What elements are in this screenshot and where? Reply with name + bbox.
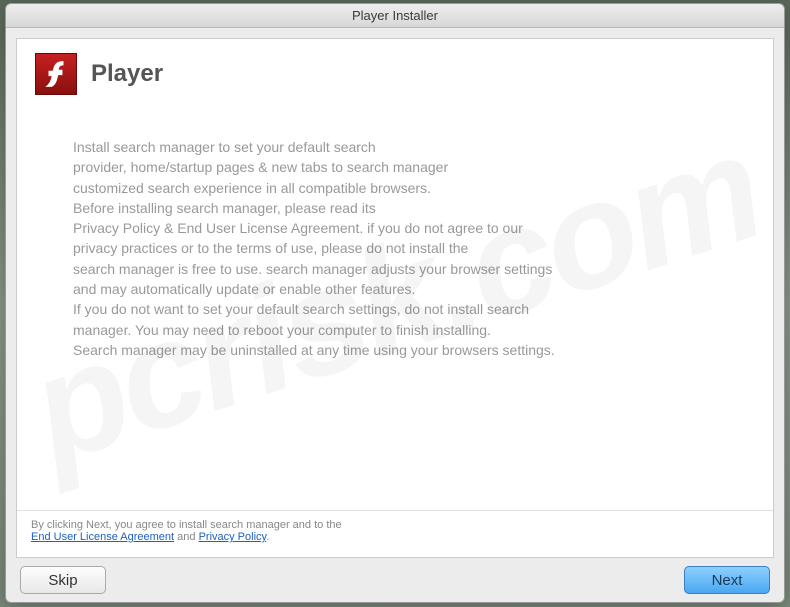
flash-player-icon [35,53,77,95]
footer-pretext: By clicking Next, you agree to install s… [31,519,342,531]
body-line: Search manager may be uninstalled at any… [73,340,717,360]
installer-window: Player Installer pcrisk.com Player Insta… [5,3,785,603]
body-line: search manager is free to use. search ma… [73,259,717,279]
privacy-policy-link[interactable]: Privacy Policy [199,531,267,543]
next-button[interactable]: Next [684,566,770,594]
body-line: and may automatically update or enable o… [73,279,717,299]
window-title: Player Installer [352,8,438,23]
footer-and: and [174,531,198,543]
body-line: privacy practices or to the terms of use… [73,238,717,258]
footer-disclaimer: By clicking Next, you agree to install s… [17,510,773,557]
header: Player [17,39,773,109]
titlebar: Player Installer [6,4,784,28]
body-line: manager. You may need to reboot your com… [73,320,717,340]
content-panel: pcrisk.com Player Install search manager… [16,38,774,558]
body-text: Install search manager to set your defau… [17,109,773,510]
eula-link[interactable]: End User License Agreement [31,531,174,543]
app-title: Player [91,60,163,88]
footer-period: . [266,531,269,543]
body-line: customized search experience in all comp… [73,178,717,198]
body-line: Privacy Policy & End User License Agreem… [73,218,717,238]
button-bar: Skip Next [6,558,784,602]
skip-button[interactable]: Skip [20,566,106,594]
body-line: Install search manager to set your defau… [73,137,717,157]
body-line: If you do not want to set your default s… [73,299,717,319]
body-line: provider, home/startup pages & new tabs … [73,157,717,177]
body-line: Before installing search manager, please… [73,198,717,218]
